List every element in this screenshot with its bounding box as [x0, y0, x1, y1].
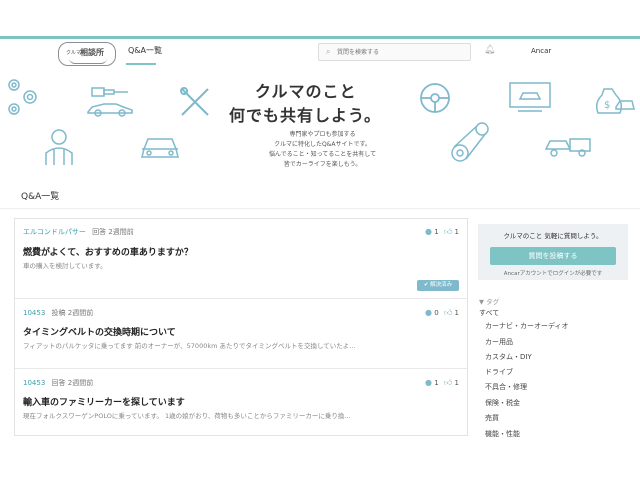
section-title: Q&A一覧 [21, 192, 60, 202]
qa-time: 回答 2週間前 [51, 379, 94, 387]
qa-meta: 10453 投稿 2週間前 [23, 308, 93, 318]
logo-big-text: 相談所 [80, 48, 104, 57]
tag-item[interactable]: カスタム・DIY [485, 352, 532, 362]
timing-belt-icon [451, 122, 489, 162]
solved-badge: ✔ 解決済み [417, 280, 459, 291]
sports-car-icon [87, 103, 133, 117]
logo-car-icon [69, 58, 107, 64]
qa-item[interactable]: エルコンドルパサー 回答 2週間前 ● 1 👍︎ 1 燃費がよくて、おすすめの車… [15, 219, 467, 299]
qa-title[interactable]: タイミングベルトの交換時期について [23, 325, 176, 338]
qa-counts: ● 1 👍︎ 1 [425, 227, 459, 237]
qa-list: エルコンドルパサー 回答 2週間前 ● 1 👍︎ 1 燃費がよくて、おすすめの車… [14, 218, 468, 436]
like-icon: 👍︎ [443, 227, 453, 236]
divider [0, 208, 640, 209]
hero-title-line2: 何でも共有しよう。 [229, 106, 382, 125]
like-count: 1 [454, 309, 459, 317]
hero-banner: $ クルマのこと 何でも共有しよう。 専門家やプロも参加する クルマに特化したQ… [0, 67, 640, 180]
site-logo[interactable]: クルマの 相談所 [58, 42, 116, 66]
monitor-car-icon [509, 82, 551, 112]
like-icon: 👍︎ [443, 378, 453, 387]
qa-meta: エルコンドルパサー 回答 2週間前 [23, 227, 134, 237]
hero-desc-line: クルマに特化したQ&Aサイトです。 [274, 141, 371, 148]
ask-question-box: クルマのこと 気軽に質問しよう。 質問を投稿する Ancarアカウントでログイン… [478, 224, 628, 280]
qa-user[interactable]: 10453 [23, 379, 45, 387]
tag-item[interactable]: 売買 [485, 413, 499, 423]
comment-count: 1 [434, 228, 439, 236]
post-question-button[interactable]: 質問を投稿する [490, 247, 616, 265]
svg-text:$: $ [604, 100, 610, 111]
comment-count: 0 [434, 309, 439, 317]
nav-active-underline [126, 63, 156, 65]
tag-item[interactable]: カー用品 [485, 337, 513, 347]
solved-label: 解決済み [430, 282, 453, 288]
hero-desc-line: 専門家やプロも参加する [289, 131, 356, 138]
tow-truck-icon [544, 138, 591, 157]
like-count: 1 [454, 379, 459, 387]
qa-user[interactable]: エルコンドルパサー [23, 228, 86, 236]
qa-time: 投稿 2週間前 [51, 309, 94, 317]
qa-item[interactable]: 10453 投稿 2週間前 ● 0 👍︎ 1 タイミングベルトの交換時期について… [15, 299, 467, 369]
qa-title[interactable]: 輸入車のファミリーカーを探しています [23, 395, 185, 408]
like-count: 1 [454, 228, 459, 236]
comment-count: 1 [434, 379, 439, 387]
qa-body: 現在フォルクスワーゲンPOLOに乗っています。 1歳の娘がおり、荷物も多いことか… [23, 412, 351, 420]
bell-icon[interactable]: 🔔︎ [484, 45, 495, 55]
comment-icon: ● [425, 378, 432, 387]
tag-item[interactable]: 機能・性能 [485, 429, 520, 439]
tools-icon [180, 87, 209, 116]
login-note: Ancarアカウントでログインが必要です [503, 271, 603, 277]
gears-icon [8, 79, 37, 115]
steering-wheel-icon [420, 83, 450, 113]
user-name[interactable]: Ancar [531, 47, 551, 55]
tag-header[interactable]: ▼ タグ [479, 296, 499, 306]
qa-counts: ● 0 👍︎ 1 [425, 308, 459, 318]
qa-item[interactable]: 10453 回答 2週間前 ● 1 👍︎ 1 輸入車のファミリーカーを探していま… [15, 369, 467, 436]
spark-plug-icon [91, 87, 128, 97]
header: クルマの 相談所 Q&A一覧 ⌕ 🔔︎ Ancar [0, 39, 640, 67]
ask-box-title: クルマのこと 気軽に質問しよう。 [503, 232, 603, 240]
comment-icon: ● [425, 227, 432, 236]
car-front-icon [141, 138, 179, 158]
hero-desc-line: 皆でカーライフを楽しもう。 [283, 161, 362, 168]
qa-meta: 10453 回答 2週間前 [23, 378, 93, 388]
search-icon: ⌕ [326, 47, 331, 56]
qa-user[interactable]: 10453 [23, 309, 45, 317]
comment-icon: ● [425, 308, 432, 317]
hero-description: 専門家やプロも参加する クルマに特化したQ&Aサイトです。 悩んでること・知って… [240, 130, 405, 170]
tag-all[interactable]: すべて [479, 308, 499, 318]
hero-title-line1: クルマのこと [255, 82, 357, 101]
nav-qa-list[interactable]: Q&A一覧 [128, 45, 162, 56]
qa-time: 回答 2週間前 [92, 228, 134, 236]
tag-item[interactable]: 不具合・修理 [485, 382, 527, 392]
tag-item[interactable]: 保険・税金 [485, 398, 520, 408]
qa-title[interactable]: 燃費がよくて、おすすめの車ありますか？ [23, 245, 193, 258]
hero-desc-line: 悩んでること・知ってることを共有して [268, 151, 377, 158]
money-bag-icon: $ [595, 88, 635, 114]
qa-counts: ● 1 👍︎ 1 [425, 378, 459, 388]
qa-body: フィアットのパルケッタに乗ってます 前のオーナーが、57000km あたりでタイ… [23, 342, 356, 350]
search-box[interactable]: ⌕ [318, 43, 471, 61]
tag-item[interactable]: カーナビ・カーオーディオ [485, 321, 569, 331]
like-icon: 👍︎ [443, 308, 453, 317]
search-input[interactable] [337, 46, 467, 58]
qa-body: 車の購入を検討しています。 [23, 262, 107, 270]
tag-item[interactable]: ドライブ [485, 367, 513, 377]
mechanic-icon [45, 129, 73, 165]
